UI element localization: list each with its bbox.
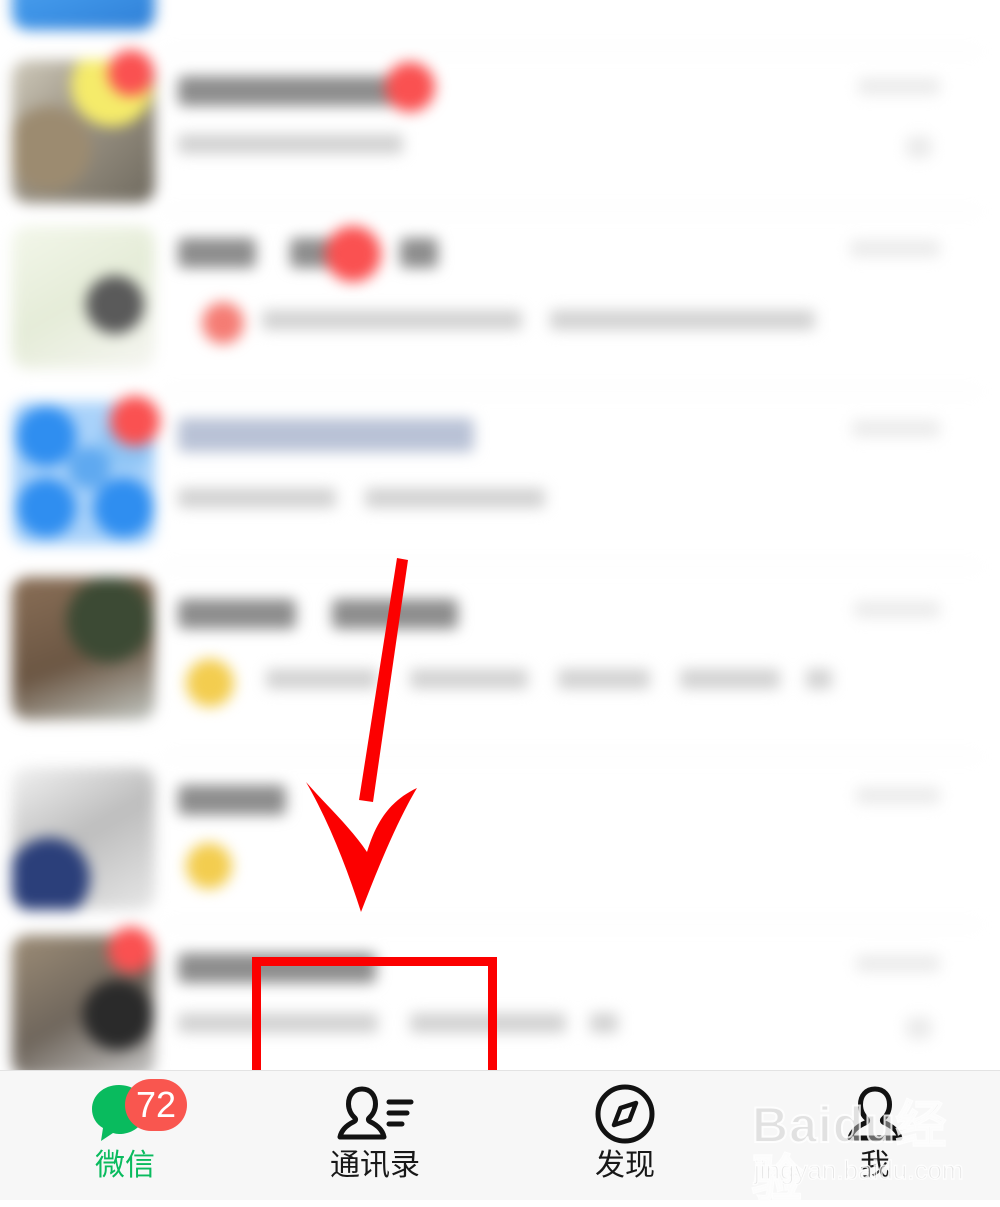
emoji-glyph	[186, 659, 234, 707]
chat-list-blur-group	[0, 0, 1000, 1070]
avatar[interactable]	[12, 767, 155, 910]
chat-title	[178, 418, 474, 452]
unread-count-badge: 72	[125, 1079, 188, 1131]
list-item[interactable]	[0, 212, 980, 392]
chat-preview-2	[365, 488, 545, 508]
compass-icon-wrap	[577, 1083, 673, 1145]
tab-contacts[interactable]: 通讯录	[250, 1071, 500, 1200]
chat-preview	[266, 669, 378, 689]
chat-bubbles-icon-wrap: 72	[77, 1079, 188, 1145]
chat-preview	[178, 1013, 378, 1033]
contacts-person-icon	[337, 1086, 414, 1140]
avatar[interactable]	[12, 0, 155, 30]
chat-title-2	[332, 599, 458, 629]
list-item[interactable]	[0, 392, 980, 567]
list-item[interactable]	[0, 757, 980, 925]
unread-badge	[108, 927, 154, 973]
tab-me-label: 我	[860, 1148, 890, 1183]
chat-preview-5	[806, 669, 832, 689]
chat-preview	[178, 134, 403, 154]
chat-timestamp	[854, 601, 940, 618]
tab-discover[interactable]: 发现	[500, 1071, 750, 1200]
chat-list[interactable]	[0, 0, 1000, 1070]
chat-preview-2	[410, 669, 528, 689]
chat-preview-2	[550, 310, 815, 330]
chat-preview	[262, 310, 522, 330]
tab-me[interactable]: 我	[750, 1071, 1000, 1200]
avatar[interactable]	[12, 577, 155, 720]
chat-preview-4	[680, 669, 780, 689]
mute-icon	[906, 1017, 932, 1039]
mention-dot	[202, 302, 244, 344]
mute-icon	[906, 136, 932, 158]
unread-badge	[385, 62, 435, 112]
chat-title	[178, 785, 286, 815]
chat-timestamp	[856, 787, 940, 804]
chat-preview-3	[558, 669, 650, 689]
chat-preview-3	[590, 1013, 618, 1033]
person-icon-wrap	[827, 1083, 923, 1145]
compass-icon	[595, 1084, 655, 1144]
unread-badge	[110, 396, 160, 446]
chat-timestamp	[850, 240, 940, 257]
list-item[interactable]	[0, 567, 980, 757]
chat-timestamp	[856, 955, 940, 972]
chat-preview	[178, 488, 336, 508]
tab-contacts-label: 通讯录	[330, 1148, 420, 1183]
tab-discover-label: 发现	[595, 1148, 655, 1183]
chat-title	[178, 953, 376, 983]
unread-badge	[325, 226, 381, 282]
list-item[interactable]	[0, 50, 980, 212]
person-icon	[847, 1086, 903, 1141]
unread-badge	[108, 50, 154, 96]
contacts-person-icon-wrap	[327, 1083, 423, 1145]
emoji-glyph	[186, 843, 232, 889]
list-item[interactable]	[0, 925, 980, 1070]
tab-chats-label: 微信	[95, 1148, 155, 1183]
chat-timestamp	[858, 78, 940, 95]
chat-timestamp	[852, 420, 940, 437]
tab-bar[interactable]: 72 微信 通讯录 发现 我	[0, 1070, 1000, 1200]
tab-chats[interactable]: 72 微信	[0, 1071, 250, 1200]
chat-title	[178, 599, 296, 629]
avatar[interactable]	[12, 226, 155, 369]
chat-title	[178, 238, 256, 268]
list-item[interactable]	[0, 0, 980, 52]
chat-title-3	[400, 238, 438, 268]
chat-preview-2	[410, 1013, 566, 1033]
